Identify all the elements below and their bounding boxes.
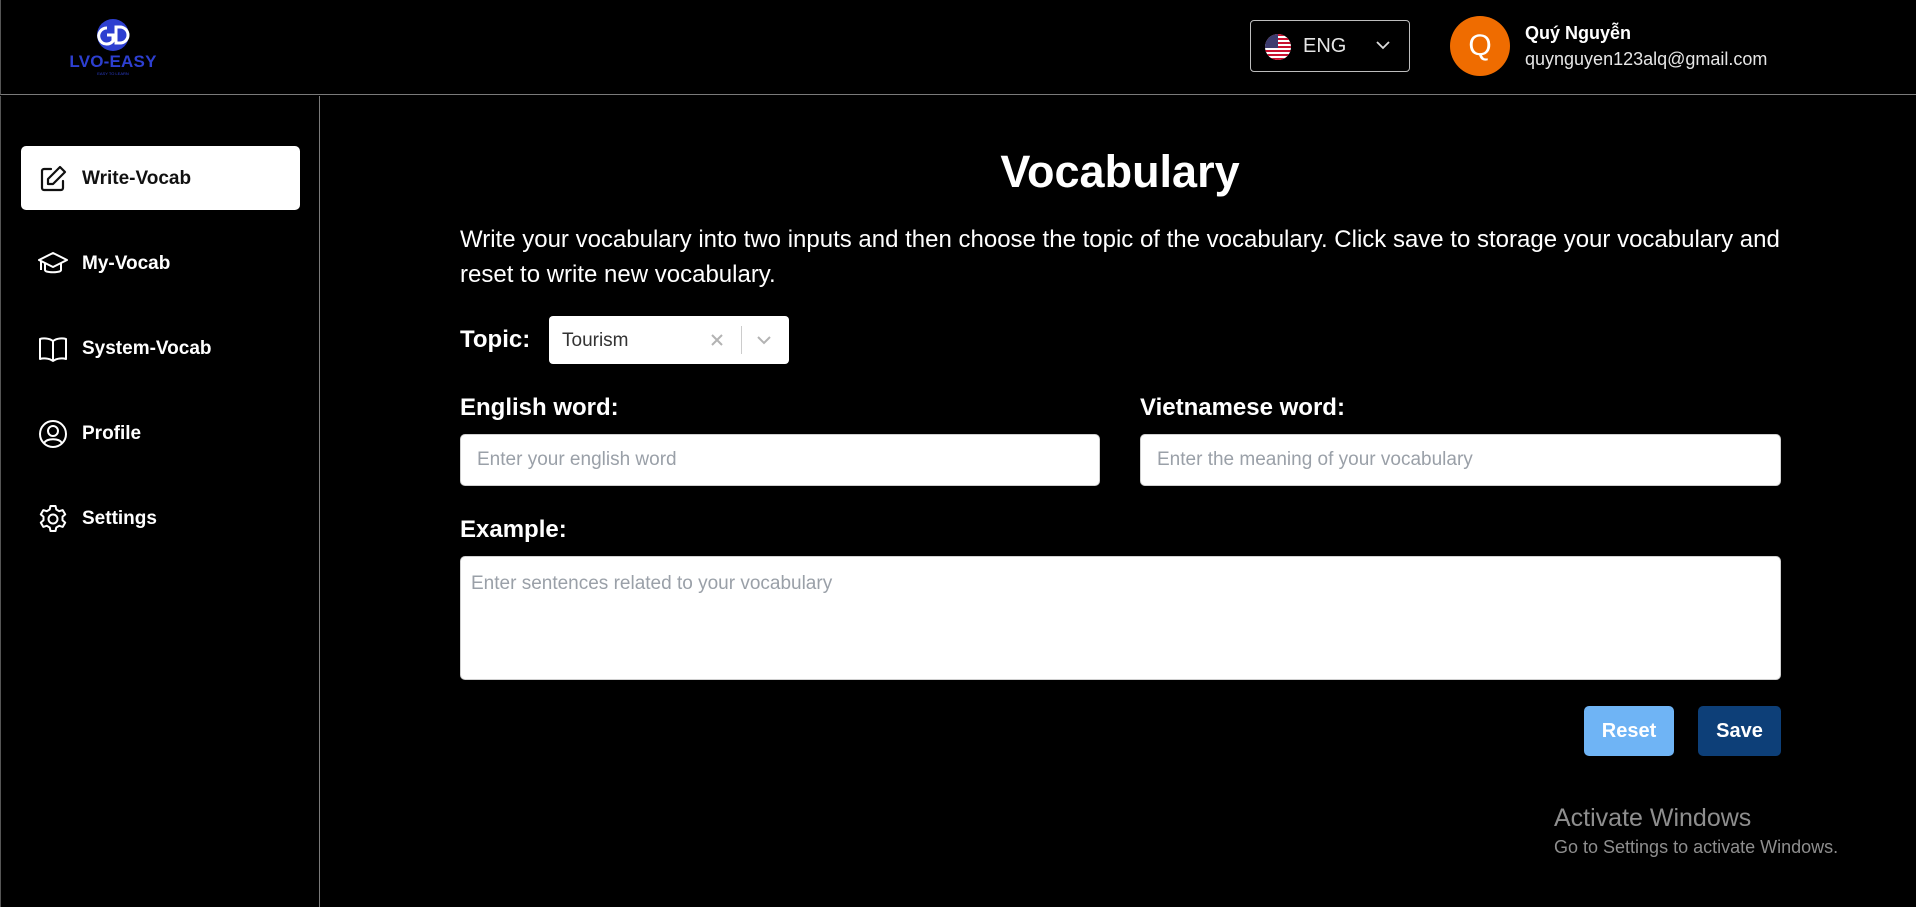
activation-watermark-title: Activate Windows (1554, 804, 1752, 832)
sidebar-item-settings[interactable]: Settings (21, 486, 300, 550)
example-textarea[interactable] (460, 556, 1781, 680)
clear-icon[interactable] (710, 333, 724, 347)
chevron-down-icon (1376, 41, 1390, 50)
select-separator (741, 326, 742, 354)
brand-name: LVO-EASY (69, 52, 157, 71)
vietnamese-word-label: Vietnamese word: (1140, 394, 1345, 421)
brand-slogan: EASY TO LEARN (97, 71, 129, 76)
sidebar-item-label: Profile (82, 423, 142, 444)
book-icon (39, 337, 67, 362)
topic-label: Topic: (460, 326, 531, 353)
sidebar: Write-Vocab My-Vocab System-Vocab Profil… (0, 96, 320, 907)
user-circle-icon (39, 420, 67, 448)
topic-select[interactable]: Tourism (549, 316, 789, 364)
sidebar-item-label: System-Vocab (82, 338, 212, 359)
language-selector[interactable]: ENG (1250, 20, 1410, 72)
avatar[interactable]: Q (1450, 16, 1510, 76)
sidebar-item-system-vocab[interactable]: System-Vocab (21, 316, 300, 380)
vietnamese-word-input[interactable] (1140, 434, 1781, 486)
sidebar-item-label: Settings (82, 508, 157, 529)
logo-mark-icon (97, 19, 130, 51)
sidebar-item-my-vocab[interactable]: My-Vocab (21, 231, 300, 295)
user-name: Quý Nguyễn (1525, 23, 1632, 43)
logo[interactable]: LVO-EASY EASY TO LEARN (65, 18, 161, 78)
save-button[interactable]: Save (1698, 706, 1781, 756)
chevron-down-icon[interactable] (756, 334, 772, 346)
sidebar-item-label: My-Vocab (82, 253, 171, 274)
page-title: Vocabulary (1000, 146, 1240, 197)
sidebar-item-label: Write-Vocab (82, 168, 192, 189)
reset-button[interactable]: Reset (1584, 706, 1674, 756)
english-word-label: English word: (460, 394, 619, 421)
english-word-input[interactable] (460, 434, 1100, 486)
sidebar-item-write-vocab[interactable]: Write-Vocab (21, 146, 300, 210)
us-flag-icon (1265, 34, 1291, 60)
language-label: ENG (1303, 35, 1347, 57)
topic-value: Tourism (562, 330, 629, 351)
header: LVO-EASY EASY TO LEARN ENG Q Quý Nguyễn … (0, 0, 1916, 95)
page-description: Write your vocabulary into two inputs an… (460, 226, 1780, 288)
graduation-cap-icon (38, 252, 68, 274)
sidebar-item-profile[interactable]: Profile (21, 401, 300, 465)
activation-watermark-subtitle: Go to Settings to activate Windows. (1554, 837, 1839, 857)
edit-icon (40, 165, 67, 192)
gear-icon (39, 505, 67, 532)
example-label: Example: (460, 516, 567, 543)
user-email: quynguyen123alq@gmail.com (1525, 49, 1768, 69)
